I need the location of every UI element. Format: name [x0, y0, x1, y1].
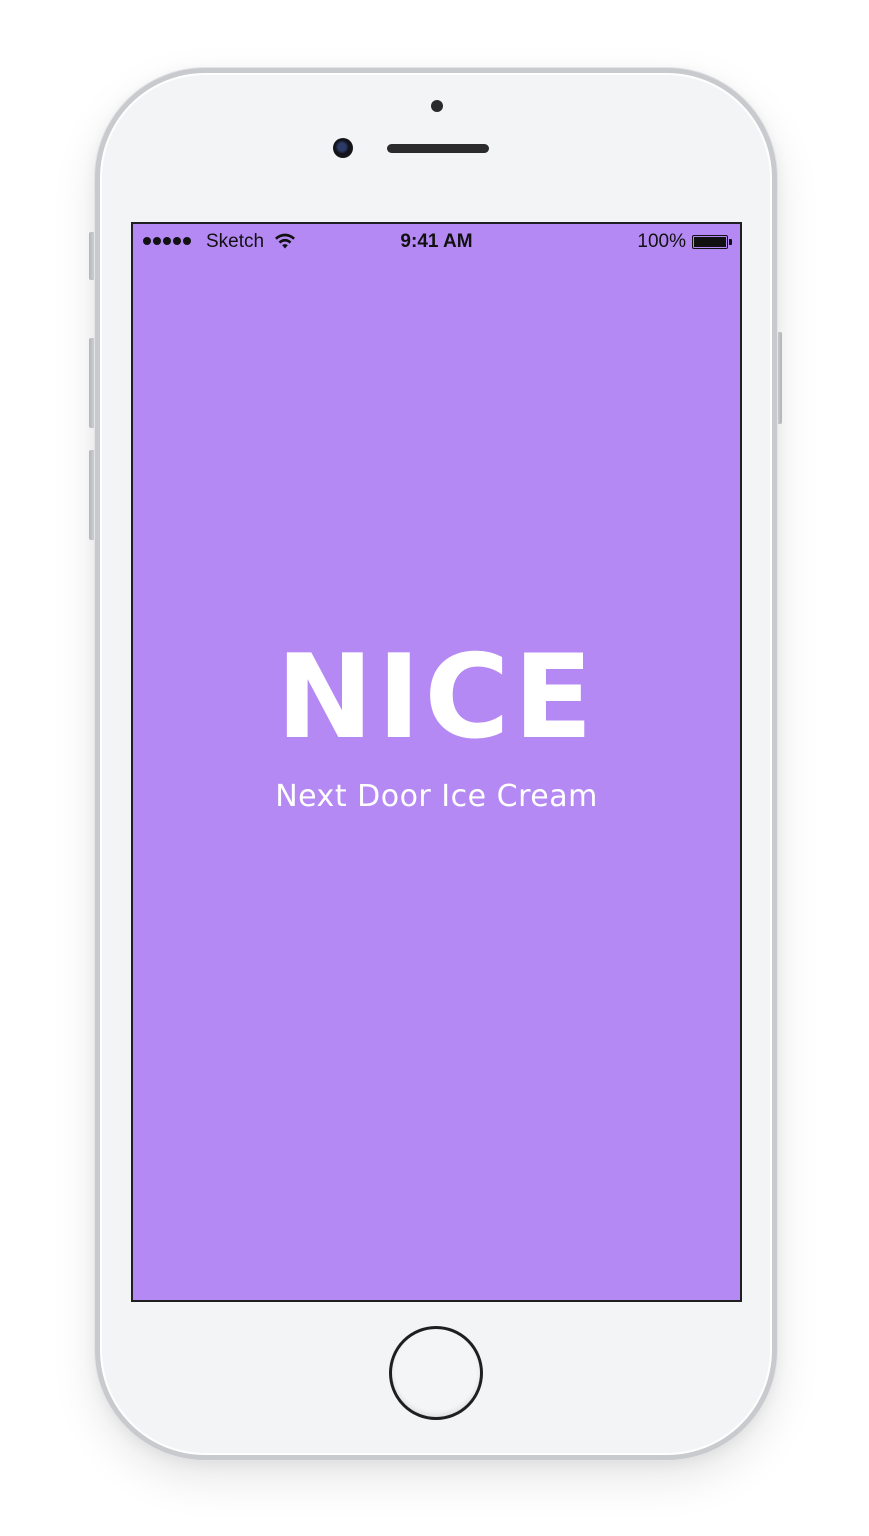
tagline: Next Door Ice Cream [275, 779, 598, 814]
status-bar: Sketch 9:41 AM 100% [133, 224, 740, 260]
mockup-stage: Sketch 9:41 AM 100% NICE Next Door Ice C… [0, 0, 869, 1536]
battery-tip [729, 239, 732, 245]
battery-percent: 100% [637, 231, 686, 252]
battery-full-icon [692, 235, 728, 249]
proximity-sensor [431, 100, 443, 112]
front-camera-icon [333, 138, 353, 158]
nice-logo: NICE [276, 630, 597, 765]
earpiece-speaker-icon [387, 144, 489, 153]
splash-screen: Sketch 9:41 AM 100% NICE Next Door Ice C… [131, 222, 742, 1302]
home-button-icon[interactable] [389, 1326, 483, 1420]
